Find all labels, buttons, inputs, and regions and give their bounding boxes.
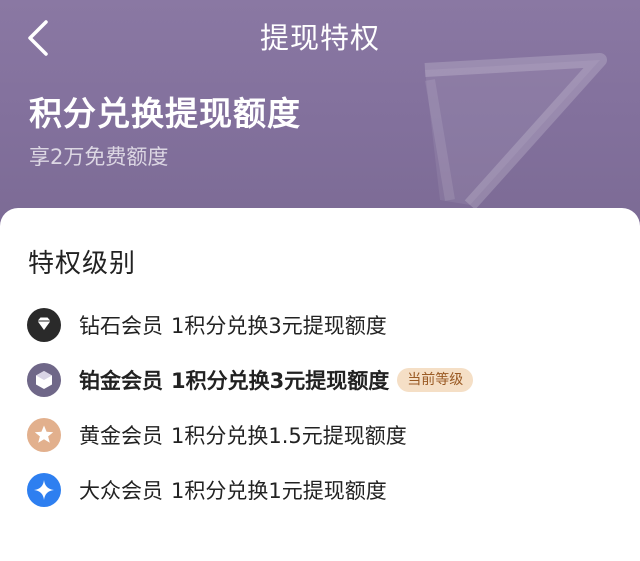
tier-name: 钻石会员	[79, 314, 163, 338]
tier-row-platinum: 铂金会员 1积分兑换3元提现额度 当前等级	[27, 361, 627, 401]
hero-subtitle: 享2万免费额度	[29, 145, 169, 169]
section-title: 特权级别	[28, 249, 137, 279]
header-banner: 提现特权 积分兑换提现额度 享2万免费额度	[0, 0, 640, 240]
sparkle-icon	[27, 473, 61, 507]
tier-row-gold: 黄金会员 1积分兑换1.5元提现额度	[27, 416, 627, 456]
tier-name: 大众会员	[79, 479, 163, 503]
tier-text: 钻石会员 1积分兑换3元提现额度	[79, 306, 387, 346]
diamond-icon	[27, 308, 61, 342]
tier-row-regular: 大众会员 1积分兑换1元提现额度	[27, 471, 627, 511]
tier-desc: 1积分兑换1.5元提现额度	[171, 424, 407, 448]
gold-star-icon	[27, 418, 61, 452]
tier-desc: 1积分兑换3元提现额度	[171, 314, 387, 338]
tier-row-diamond: 钻石会员 1积分兑换3元提现额度	[27, 306, 627, 346]
tier-text: 铂金会员 1积分兑换3元提现额度 当前等级	[79, 361, 474, 401]
page-title: 提现特权	[259, 21, 380, 55]
platinum-gem-icon	[27, 363, 61, 397]
current-level-badge: 当前等级	[397, 368, 474, 392]
tier-desc: 1积分兑换3元提现额度	[171, 369, 390, 393]
tier-name: 铂金会员	[79, 369, 163, 393]
privilege-card: 特权级别 钻石会员 1积分兑换3元提现额度 铂金会员 1积分兑换3元提现额度 当前等级…	[0, 208, 640, 561]
tier-text: 黄金会员 1积分兑换1.5元提现额度	[79, 416, 407, 456]
tier-desc: 1积分兑换1元提现额度	[171, 479, 387, 503]
tier-text: 大众会员 1积分兑换1元提现额度	[79, 471, 387, 511]
hero-title: 积分兑换提现额度	[29, 94, 301, 133]
tier-name: 黄金会员	[79, 424, 163, 448]
